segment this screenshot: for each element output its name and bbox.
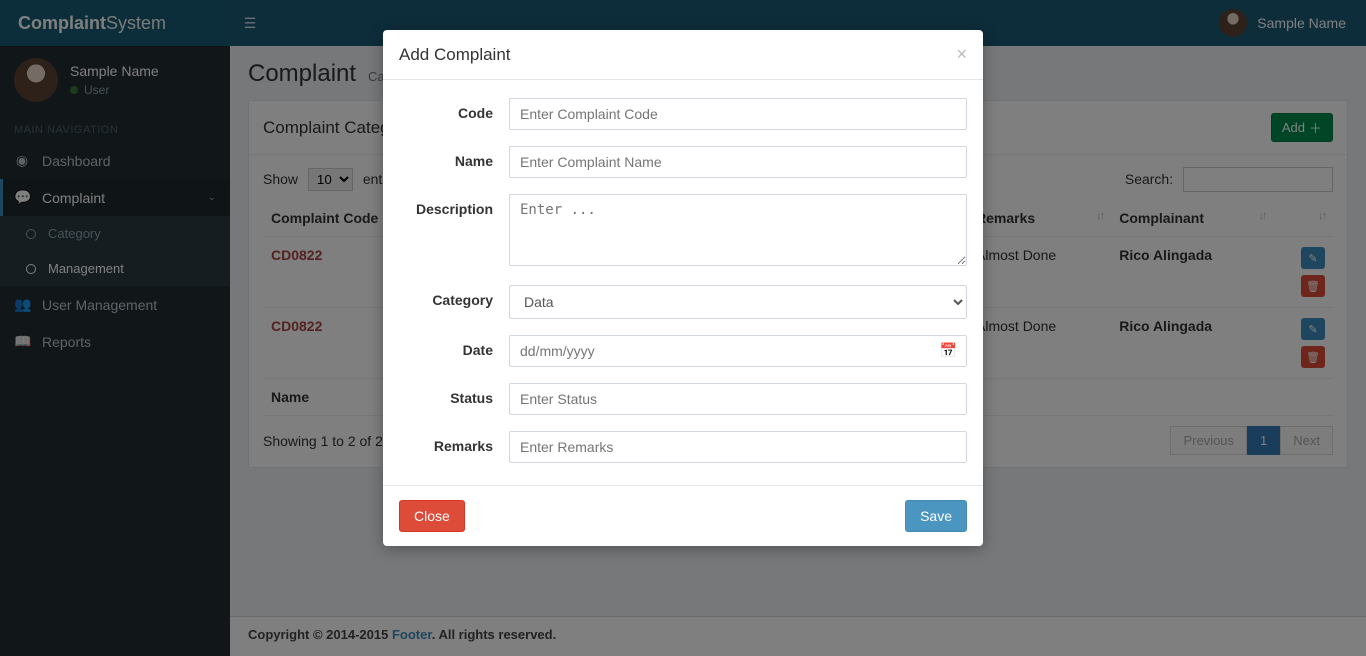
close-button[interactable]: Close bbox=[399, 500, 465, 532]
status-input[interactable] bbox=[509, 383, 967, 415]
category-select[interactable]: Data bbox=[509, 285, 967, 319]
label-category: Category bbox=[399, 285, 509, 308]
label-description: Description bbox=[399, 194, 509, 217]
description-input[interactable] bbox=[509, 194, 967, 266]
modal-footer: Close Save bbox=[383, 485, 983, 546]
label-name: Name bbox=[399, 146, 509, 169]
label-code: Code bbox=[399, 98, 509, 121]
code-input[interactable] bbox=[509, 98, 967, 130]
label-date: Date bbox=[399, 335, 509, 358]
modal-header: Add Complaint × bbox=[383, 30, 983, 80]
modal-title: Add Complaint bbox=[399, 45, 511, 65]
remarks-input[interactable] bbox=[509, 431, 967, 463]
date-input[interactable] bbox=[509, 335, 967, 367]
calendar-icon[interactable]: 📅 bbox=[940, 342, 957, 359]
save-button[interactable]: Save bbox=[905, 500, 967, 532]
add-complaint-modal: Add Complaint × Code Name Description Ca… bbox=[383, 30, 983, 546]
close-icon[interactable]: × bbox=[956, 44, 967, 65]
label-status: Status bbox=[399, 383, 509, 406]
label-remarks: Remarks bbox=[399, 431, 509, 454]
modal-body: Code Name Description Category Data Date… bbox=[383, 80, 983, 485]
name-input[interactable] bbox=[509, 146, 967, 178]
